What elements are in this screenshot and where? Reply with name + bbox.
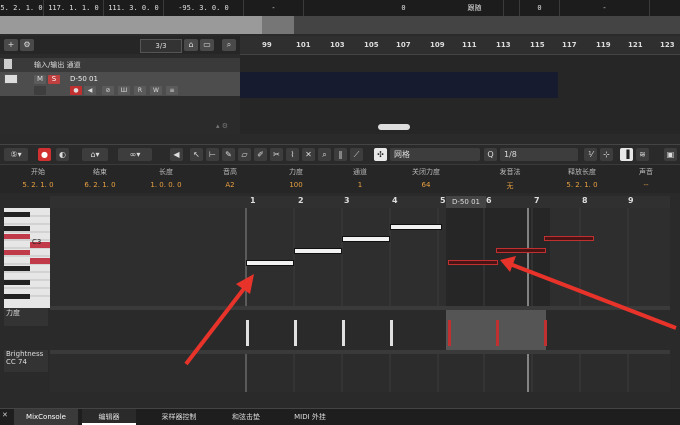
tab-sampler-control[interactable]: 采样器控制 xyxy=(144,409,214,425)
tab-mixconsole[interactable]: MixConsole xyxy=(14,409,78,425)
annotation-arrows xyxy=(184,256,677,366)
close-icon[interactable]: ✕ xyxy=(2,411,8,419)
tab-chord-pads[interactable]: 和弦击垫 xyxy=(214,409,278,425)
tab-editor[interactable]: 编辑器 xyxy=(82,409,136,425)
arrow-head-icon xyxy=(236,274,254,294)
lower-zone-tabs: ✕ MixConsole 编辑器 采样器控制 和弦击垫 MIDI 外挂 xyxy=(0,408,680,425)
tab-midi-inserts[interactable]: MIDI 外挂 xyxy=(278,409,342,425)
